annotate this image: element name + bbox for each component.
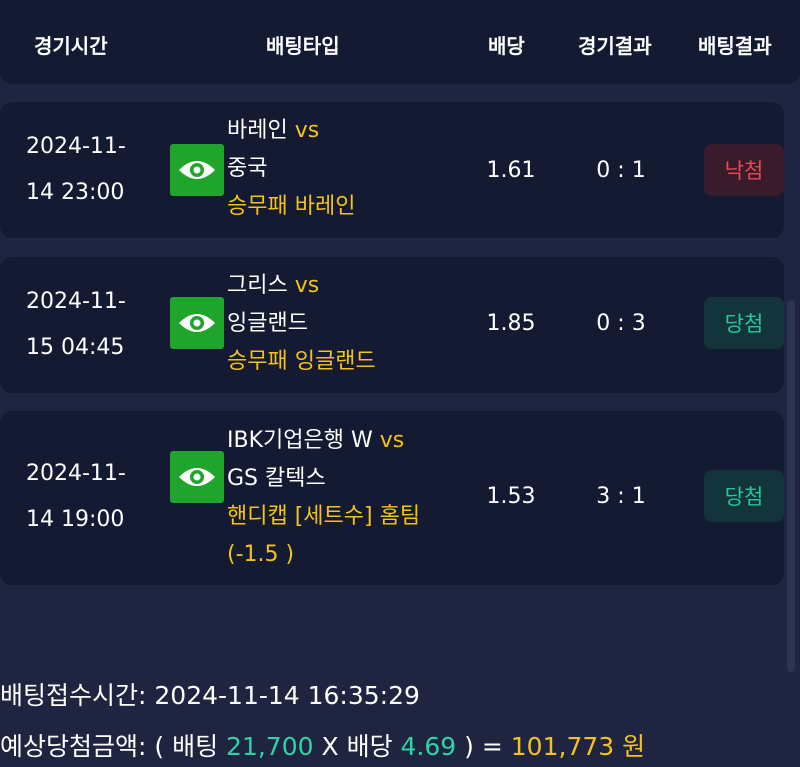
status-badge: 당첨 <box>704 297 784 349</box>
multiply-sign: X <box>321 732 339 761</box>
eye-icon <box>179 314 215 332</box>
bet-type: IBK기업은행 W vs GS 칼텍스 핸디캡 [세트수] 홈팀 (-1.5 ) <box>227 422 420 574</box>
header-bet-type: 배팅타입 <box>266 34 340 58</box>
bet-row: 2024-11-15 04:45 그리스 vs 잉글랜드 승무패 잉글랜드 1.… <box>0 257 784 393</box>
match-score: 0 : 1 <box>596 158 646 183</box>
vs-label: vs <box>379 428 405 453</box>
status-badge: 낙첨 <box>704 144 784 196</box>
home-team: 바레인 <box>227 118 288 143</box>
home-team: IBK기업은행 W <box>227 428 373 453</box>
match-score: 0 : 3 <box>596 311 646 336</box>
header-bet-result: 배팅결과 <box>698 34 772 58</box>
equals-sign: ) = <box>464 732 503 761</box>
bet-pick: 승무패 바레인 <box>227 194 356 219</box>
odds-value: 1.61 <box>486 158 536 183</box>
view-detail-button[interactable] <box>170 297 224 349</box>
header-time: 경기시간 <box>34 34 108 58</box>
status-badge: 당첨 <box>704 470 784 522</box>
scrollbar[interactable] <box>787 300 795 672</box>
bet-amount: 21,700 <box>226 732 314 761</box>
total-odds: 4.69 <box>400 732 457 761</box>
expected-payout-label: 예상당첨금액: ( <box>0 732 165 761</box>
bet-row: 2024-11-14 23:00 바레인 vs 중국 승무패 바레인 1.61 … <box>0 102 784 238</box>
match-score: 3 : 1 <box>596 484 646 509</box>
payout-amount: 101,773 원 <box>510 732 646 761</box>
odds-word: 배당 <box>346 732 393 761</box>
bet-row: 2024-11-14 19:00 IBK기업은행 W vs GS 칼텍스 핸디캡… <box>0 411 784 585</box>
away-team: 중국 <box>227 156 268 181</box>
header-odds: 배당 <box>488 34 525 58</box>
away-team: 잉글랜드 <box>227 311 308 336</box>
eye-icon <box>179 468 215 486</box>
bet-type: 바레인 vs 중국 승무패 바레인 <box>227 112 355 226</box>
accept-time-line: 배팅접수시간: 2024-11-14 16:35:29 <box>0 676 420 712</box>
view-detail-button[interactable] <box>170 144 224 196</box>
match-time: 2024-11-14 23:00 <box>26 134 126 205</box>
home-team: 그리스 <box>227 273 288 298</box>
vs-label: vs <box>294 273 320 298</box>
expected-payout-line: 예상당첨금액: ( 배팅 21,700 X 배당 4.69 ) = 101,77… <box>0 727 645 763</box>
view-detail-button[interactable] <box>170 451 224 503</box>
header-result: 경기결과 <box>578 34 652 58</box>
bet-word: 배팅 <box>172 732 219 761</box>
bet-pick: 승무패 잉글랜드 <box>227 349 376 374</box>
odds-value: 1.85 <box>486 311 536 336</box>
match-time: 2024-11-14 19:00 <box>26 461 126 532</box>
odds-value: 1.53 <box>486 484 536 509</box>
away-team: GS 칼텍스 <box>227 466 326 491</box>
accept-time-value: 2024-11-14 16:35:29 <box>154 681 420 710</box>
table-header: 경기시간 배팅타입 배당 경기결과 배팅결과 <box>0 0 800 84</box>
accept-time-label: 배팅접수시간: <box>0 681 147 710</box>
bet-pick-handicap: (-1.5 ) <box>227 542 295 567</box>
eye-icon <box>179 161 215 179</box>
match-time: 2024-11-15 04:45 <box>26 289 126 360</box>
bet-pick: 핸디캡 [세트수] 홈팀 <box>227 504 421 529</box>
vs-label: vs <box>294 118 320 143</box>
bet-type: 그리스 vs 잉글랜드 승무패 잉글랜드 <box>227 267 376 381</box>
